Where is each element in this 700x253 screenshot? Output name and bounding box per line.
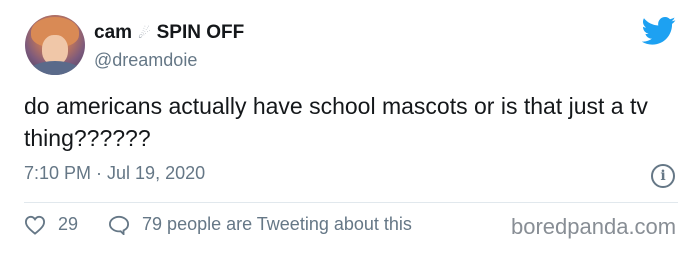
display-name[interactable]: cam — [94, 22, 132, 44]
tweet-timestamp[interactable]: 7:10 PM · Jul 19, 2020 — [24, 163, 205, 184]
watermark: boredpanda.com — [507, 214, 677, 240]
tweet-actions: 29 79 people are Tweeting about this — [24, 214, 412, 235]
comet-icon: ☄ — [138, 24, 151, 41]
avatar[interactable] — [25, 15, 85, 75]
tweet-text: do americans actually have school mascot… — [24, 93, 648, 151]
user-handle[interactable]: @dreamdoie — [94, 50, 197, 71]
display-name-suffix[interactable]: SPIN OFF — [157, 22, 245, 44]
twitter-bird-icon[interactable] — [642, 16, 676, 46]
divider — [24, 202, 678, 203]
heart-icon[interactable] — [24, 215, 46, 235]
tweet-card: cam ☄ SPIN OFF @dreamdoie do americans a… — [0, 0, 700, 253]
speech-bubble-icon[interactable] — [108, 215, 130, 235]
tweeting-count[interactable]: 79 people are Tweeting about this — [142, 214, 412, 235]
like-count[interactable]: 29 — [58, 214, 78, 235]
display-name-row[interactable]: cam ☄ SPIN OFF — [94, 22, 244, 44]
avatar-shoulders — [27, 61, 83, 75]
info-icon[interactable]: i — [651, 164, 675, 188]
